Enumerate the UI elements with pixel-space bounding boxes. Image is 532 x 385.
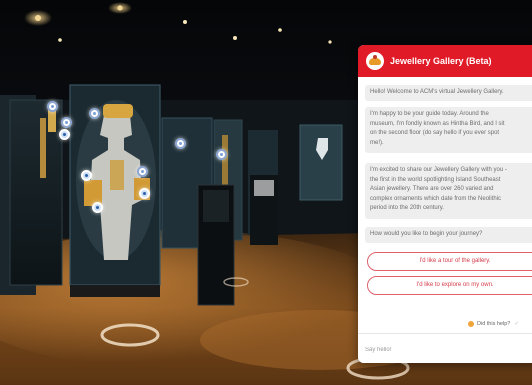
info-hotspot[interactable]: [61, 117, 72, 128]
information-screen: [254, 180, 274, 196]
chat-message-welcome: Hello! Welcome to ACM's virtual Jeweller…: [365, 85, 532, 101]
display-case-plinth: [70, 285, 160, 297]
chat-message-question: How would you like to begin your journey…: [365, 227, 532, 243]
costume-headdress: [103, 104, 133, 118]
jewellery-piece: [40, 118, 46, 178]
tour-gallery-button[interactable]: I'd like a tour of the gallery.: [367, 252, 532, 271]
jewellery-piece: [222, 135, 228, 185]
info-hotspot[interactable]: [89, 108, 100, 119]
chat-header: Jewellery Gallery (Beta): [358, 45, 532, 77]
checkmark-icon[interactable]: ✓: [514, 321, 519, 327]
info-hotspot[interactable]: [175, 138, 186, 149]
info-hotspot[interactable]: [137, 166, 148, 177]
did-this-help-label[interactable]: Did this help?: [477, 321, 510, 327]
info-hotspot[interactable]: [92, 202, 103, 213]
info-hotspot[interactable]: [139, 188, 150, 199]
chat-message-intro: I'm happy to be your guide today. Around…: [365, 107, 532, 153]
info-hotspot[interactable]: [81, 170, 92, 181]
chat-message-share: I'm excited to share our Jewellery Galle…: [365, 163, 532, 219]
ceiling-light-glow: [108, 2, 132, 14]
ceiling-light: [328, 40, 332, 44]
message-line: me!).: [370, 139, 384, 146]
information-screen: [203, 190, 229, 222]
message-line: the first in the world spotlighting Isla…: [370, 176, 501, 183]
virtual-tour-screen: Jewellery Gallery (Beta) Hello! Welcome …: [0, 0, 532, 385]
message-line: period into the 20th century.: [370, 205, 444, 211]
message-line: complex ornaments which date from the Ne…: [370, 195, 502, 202]
hintha-bird-avatar-icon: [366, 52, 384, 70]
ceiling-light: [233, 36, 237, 40]
chat-title: Jewellery Gallery (Beta): [390, 56, 492, 66]
ceiling-light: [278, 28, 282, 32]
feedback-row: Did this help? ✓: [468, 321, 519, 327]
chat-message-input[interactable]: [363, 341, 532, 358]
message-line: I'm happy to be your guide today. Around…: [370, 111, 489, 117]
chat-input-bar: [358, 333, 532, 363]
info-hotspot[interactable]: [47, 101, 58, 112]
costume-ornament: [110, 160, 124, 190]
info-hotspot[interactable]: [216, 149, 227, 160]
ceiling-light: [58, 38, 62, 42]
ceiling-light: [183, 20, 187, 24]
jewellery-piece: [48, 110, 56, 132]
feedback-icon: [468, 321, 474, 327]
message-line: on the second floor (do say hello if you…: [370, 130, 500, 136]
explore-own-button[interactable]: I'd like to explore on my own.: [367, 276, 532, 295]
ceiling-light-glow: [24, 10, 52, 26]
display-case: [299, 124, 343, 201]
message-line: museum, I'm fondly known as Hintha Bird,…: [370, 120, 505, 127]
chatbot-panel: Jewellery Gallery (Beta) Hello! Welcome …: [358, 45, 532, 363]
message-line: I'm excited to share our Jewellery Galle…: [370, 167, 507, 173]
message-line: Asian jewellery. There are over 260 vari…: [370, 186, 494, 192]
info-hotspot[interactable]: [59, 129, 70, 140]
